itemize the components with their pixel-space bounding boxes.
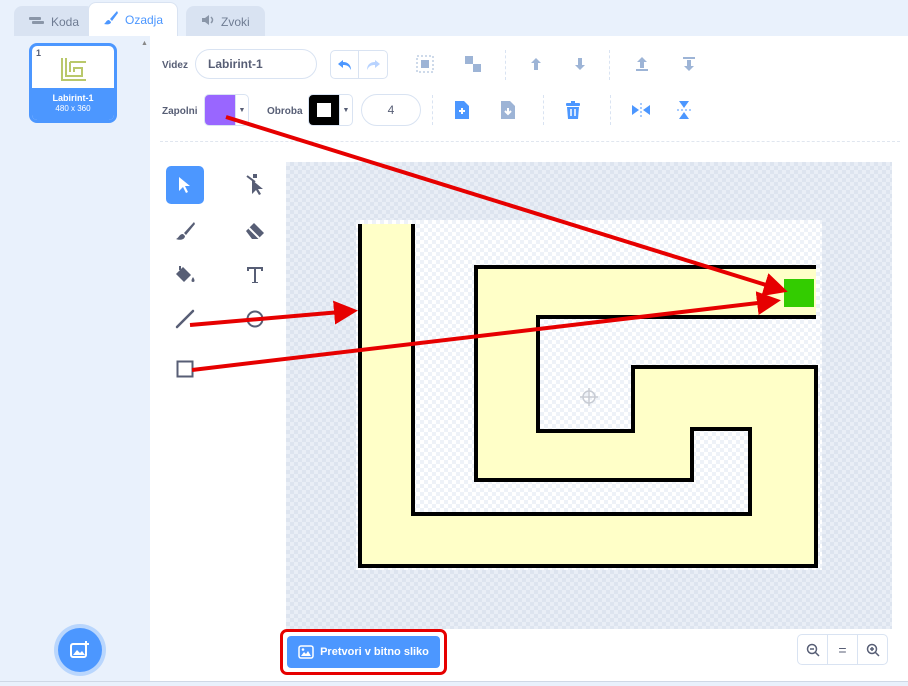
- copy-button[interactable]: [448, 96, 476, 124]
- flip-vertical-button[interactable]: [670, 96, 698, 124]
- outline-swatch-inner: [317, 103, 331, 117]
- front-button[interactable]: [628, 50, 656, 78]
- copy-icon: [455, 101, 469, 119]
- group-icon: [416, 55, 434, 73]
- undo-button[interactable]: [330, 50, 359, 79]
- back-button[interactable]: [675, 50, 703, 78]
- rectangle-icon: [176, 360, 194, 378]
- zoom-out-icon: [806, 643, 820, 657]
- eraser-tool[interactable]: [236, 212, 274, 250]
- name-label: Videz: [162, 60, 188, 71]
- rectangle-tool[interactable]: [166, 350, 204, 388]
- zoom-in-button[interactable]: [857, 634, 888, 665]
- brush-tool[interactable]: [166, 212, 204, 250]
- circle-icon: [246, 310, 264, 328]
- tab-code[interactable]: Koda: [14, 6, 95, 36]
- backward-button[interactable]: [566, 50, 594, 78]
- tab-sounds[interactable]: Zvoki: [186, 6, 265, 36]
- zoom-in-icon: [866, 643, 880, 657]
- reshape-icon: [246, 174, 263, 195]
- bring-to-front-icon: [636, 57, 648, 71]
- text-tool[interactable]: [236, 256, 274, 294]
- line-tool[interactable]: [166, 300, 204, 338]
- eraser-icon: [246, 223, 264, 239]
- text-icon: [247, 267, 263, 283]
- paintbrush-icon: [103, 10, 119, 29]
- fill-label: Zapolni: [162, 106, 198, 117]
- backdrop-item-labirint[interactable]: 1 Labirint-1 480 x 360: [29, 43, 117, 123]
- tab-sounds-label: Zvoki: [221, 14, 250, 29]
- zoom-reset-label: =: [838, 641, 847, 658]
- flip-vertical-icon: [677, 101, 691, 119]
- toolbar-separator: [543, 95, 544, 125]
- paint-bucket-icon: [176, 266, 195, 282]
- fill-color-swatch[interactable]: [204, 94, 236, 126]
- tab-backdrops-label: Ozadja: [125, 12, 164, 27]
- add-backdrop-button[interactable]: [58, 628, 102, 672]
- drawing-canvas[interactable]: [286, 162, 892, 629]
- delete-button[interactable]: [559, 96, 587, 124]
- brush-icon: [176, 222, 195, 240]
- convert-to-bitmap-button[interactable]: Pretvori v bitno sliko: [280, 629, 447, 675]
- trash-icon: [566, 101, 580, 119]
- outline-dropdown[interactable]: ▼: [340, 94, 353, 126]
- convert-to-bitmap-inner: Pretvori v bitno sliko: [287, 636, 440, 668]
- tab-bar: Koda Ozadja Zvoki: [0, 0, 908, 36]
- cursor-icon: [179, 177, 190, 193]
- flip-horizontal-button[interactable]: [627, 96, 655, 124]
- forward-button[interactable]: [522, 50, 550, 78]
- bottom-border: [0, 681, 908, 686]
- toolbar-separator: [505, 50, 506, 80]
- scroll-up-icon[interactable]: ▲: [141, 40, 148, 47]
- backdrop-thumbnail: [60, 56, 88, 82]
- toolbar-divider: [160, 141, 900, 142]
- line-icon: [175, 309, 195, 329]
- ungroup-icon: [465, 56, 481, 72]
- circle-tool[interactable]: [236, 300, 274, 338]
- undo-icon: [337, 59, 351, 70]
- backdrop-name: Labirint-1: [52, 93, 94, 103]
- outline-color-swatch[interactable]: [308, 94, 340, 126]
- backdrop-list-pane: 1 Labirint-1 480 x 360 ▲: [5, 36, 150, 681]
- toolbar-separator: [609, 50, 610, 80]
- toolbar-separator: [610, 95, 611, 125]
- maze-drawing: [356, 220, 822, 570]
- convert-to-bitmap-label: Pretvori v bitno sliko: [320, 646, 429, 658]
- outline-label: Obroba: [267, 106, 303, 117]
- code-icon: [29, 15, 45, 29]
- arrow-down-icon: [575, 58, 585, 70]
- zoom-out-button[interactable]: [797, 634, 828, 665]
- arrow-up-icon: [531, 58, 541, 70]
- toolbar-separator: [432, 95, 433, 125]
- redo-icon: [367, 59, 380, 70]
- goal-square: [784, 279, 814, 307]
- undo-redo-group: [330, 50, 388, 79]
- zoom-reset-button[interactable]: =: [827, 634, 858, 665]
- outline-width-field[interactable]: 4: [361, 94, 421, 126]
- paint-editor: Videz Labirint-1 Zapolni ▼ Obroba ▼ 4 Pr…: [150, 36, 908, 681]
- add-image-icon: [70, 641, 89, 658]
- backdrop-label: Labirint-1 480 x 360: [32, 88, 114, 120]
- ungroup-button[interactable]: [459, 50, 487, 78]
- group-button[interactable]: [411, 50, 439, 78]
- backdrop-list-scrollbar[interactable]: ▲: [139, 36, 150, 681]
- reshape-tool[interactable]: [236, 166, 274, 204]
- tab-backdrops[interactable]: Ozadja: [88, 2, 179, 36]
- fill-tool[interactable]: [166, 256, 204, 294]
- speaker-icon: [201, 14, 215, 29]
- send-to-back-icon: [683, 57, 695, 71]
- backdrop-name-field[interactable]: Labirint-1: [195, 49, 317, 79]
- paint-editor-window: Koda Ozadja Zvoki 1 Labirint-1 480 x 360…: [0, 0, 908, 686]
- paste-icon: [501, 101, 515, 119]
- backdrop-number: 1: [36, 48, 42, 58]
- fill-dropdown[interactable]: ▼: [236, 94, 249, 126]
- backdrop-list: 1 Labirint-1 480 x 360: [5, 36, 137, 681]
- tab-code-label: Koda: [51, 14, 80, 29]
- flip-horizontal-icon: [632, 103, 650, 117]
- backdrop-size: 480 x 360: [55, 104, 91, 113]
- image-icon: [298, 645, 314, 659]
- select-tool[interactable]: [166, 166, 204, 204]
- paste-button[interactable]: [494, 96, 522, 124]
- redo-button[interactable]: [359, 50, 388, 79]
